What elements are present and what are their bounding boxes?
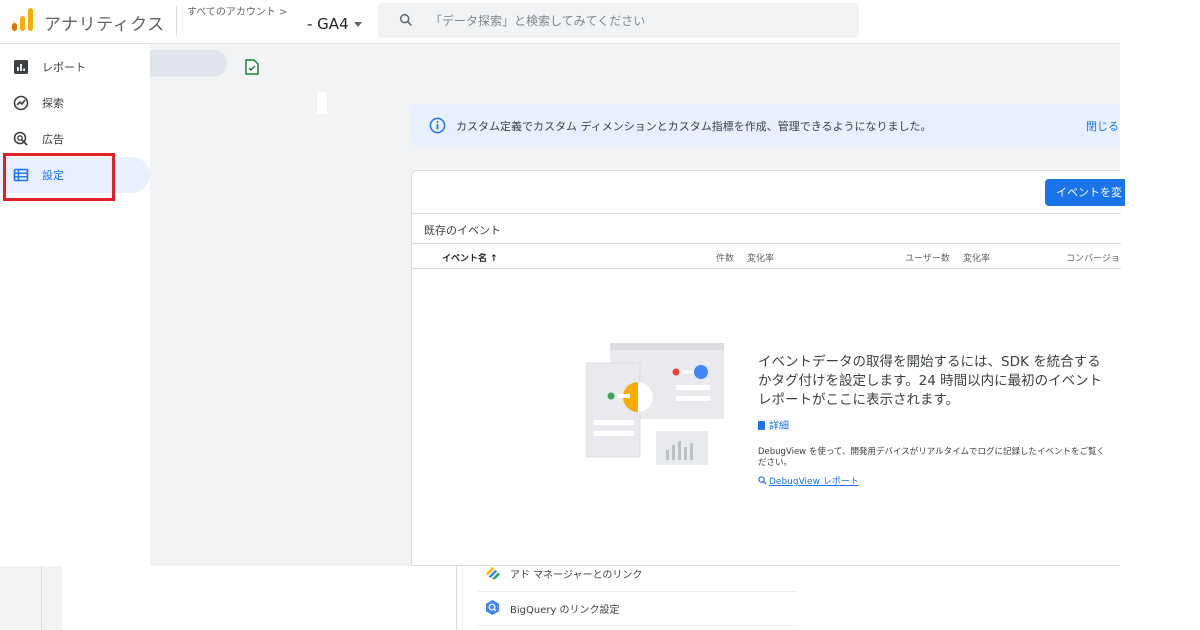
property-name: - GA4 bbox=[307, 15, 349, 33]
nav-item-explore[interactable]: 探索 bbox=[0, 85, 150, 121]
column-conversion[interactable]: コンバージョ bbox=[1066, 251, 1120, 264]
row-divider bbox=[478, 625, 796, 626]
document-check-icon[interactable] bbox=[245, 59, 259, 75]
nav-item-label: レポート bbox=[42, 61, 86, 74]
bigquery-icon bbox=[485, 599, 500, 616]
search-icon bbox=[758, 476, 767, 485]
column-divider bbox=[456, 566, 457, 630]
placeholder-block bbox=[317, 92, 327, 114]
empty-state-illustration bbox=[586, 343, 724, 465]
product-link-label: BigQuery のリンク設定 bbox=[510, 605, 620, 616]
search-bar[interactable] bbox=[378, 3, 859, 38]
left-nav: レポート 探索 広告 設定 bbox=[0, 44, 150, 566]
events-card: イベントを変 既存のイベント イベント名 ↑ 件数 変化率 ユーザー数 変化率 コ… bbox=[411, 170, 1125, 566]
product-link-label: アド マネージャーとのリンク bbox=[510, 570, 643, 581]
account-breadcrumb[interactable]: すべてのアカウント > bbox=[187, 3, 287, 18]
column-event-name[interactable]: イベント名 ↑ bbox=[442, 251, 498, 264]
arrow-up-icon: ↑ bbox=[490, 254, 498, 264]
search-input[interactable] bbox=[430, 3, 840, 38]
create-event-button[interactable]: イベントを変 bbox=[1045, 179, 1125, 206]
left-gutter bbox=[0, 566, 62, 630]
property-chip[interactable] bbox=[150, 50, 227, 77]
debugview-report-link[interactable]: DebugView レポート bbox=[758, 474, 859, 487]
document-icon bbox=[758, 421, 765, 430]
analytics-logo-icon[interactable] bbox=[12, 8, 34, 32]
ad-manager-icon bbox=[485, 566, 501, 580]
section-title: 既存のイベント bbox=[424, 224, 501, 237]
debugview-description: DebugView を使って、開発用デバイスがリアルタイムでログに記録したイベン… bbox=[758, 447, 1105, 468]
top-app-bar: アナリティクス すべてのアカウント > - GA4 bbox=[0, 0, 1120, 44]
caret-down-icon bbox=[353, 22, 362, 27]
nav-item-label: 探索 bbox=[42, 97, 64, 110]
info-banner: カスタム定義でカスタム ディメンションとカスタム指標を作成、管理できるようになり… bbox=[411, 104, 1120, 147]
column-change[interactable]: 変化率 bbox=[747, 251, 774, 264]
nav-item-label: 広告 bbox=[42, 133, 64, 146]
search-icon bbox=[399, 13, 412, 26]
info-icon bbox=[429, 117, 446, 134]
overlay-strip: アド マネージャーとのリンク BigQuery のリンク設定 bbox=[0, 566, 1200, 630]
bar-chart-icon bbox=[14, 60, 28, 74]
nav-item-reports[interactable]: レポート bbox=[0, 49, 150, 85]
app-name: アナリティクス bbox=[44, 15, 165, 35]
banner-close-button[interactable]: 閉じる bbox=[1086, 118, 1119, 134]
property-selector[interactable]: - GA4 bbox=[307, 15, 362, 33]
column-count[interactable]: 件数 bbox=[716, 251, 734, 264]
header-divider bbox=[176, 6, 177, 36]
column-change[interactable]: 変化率 bbox=[963, 251, 990, 264]
row-divider bbox=[478, 591, 796, 592]
card-toolbar: イベントを変 bbox=[412, 171, 1125, 214]
advertising-icon bbox=[13, 131, 28, 146]
empty-state-message: イベントデータの取得を開始するには、SDK を統合するかタグ付けを設定します。2… bbox=[758, 354, 1103, 408]
nav-item-advertising[interactable]: 広告 bbox=[0, 121, 150, 157]
explore-icon bbox=[13, 95, 29, 111]
banner-message: カスタム定義でカスタム ディメンションとカスタム指標を作成、管理できるようになり… bbox=[456, 120, 932, 133]
table-header: イベント名 ↑ 件数 変化率 ユーザー数 変化率 コンバージョ bbox=[412, 243, 1121, 269]
learn-more-link[interactable]: 詳細 bbox=[758, 417, 789, 432]
highlight-box bbox=[3, 153, 115, 201]
column-users[interactable]: ユーザー数 bbox=[905, 251, 950, 264]
